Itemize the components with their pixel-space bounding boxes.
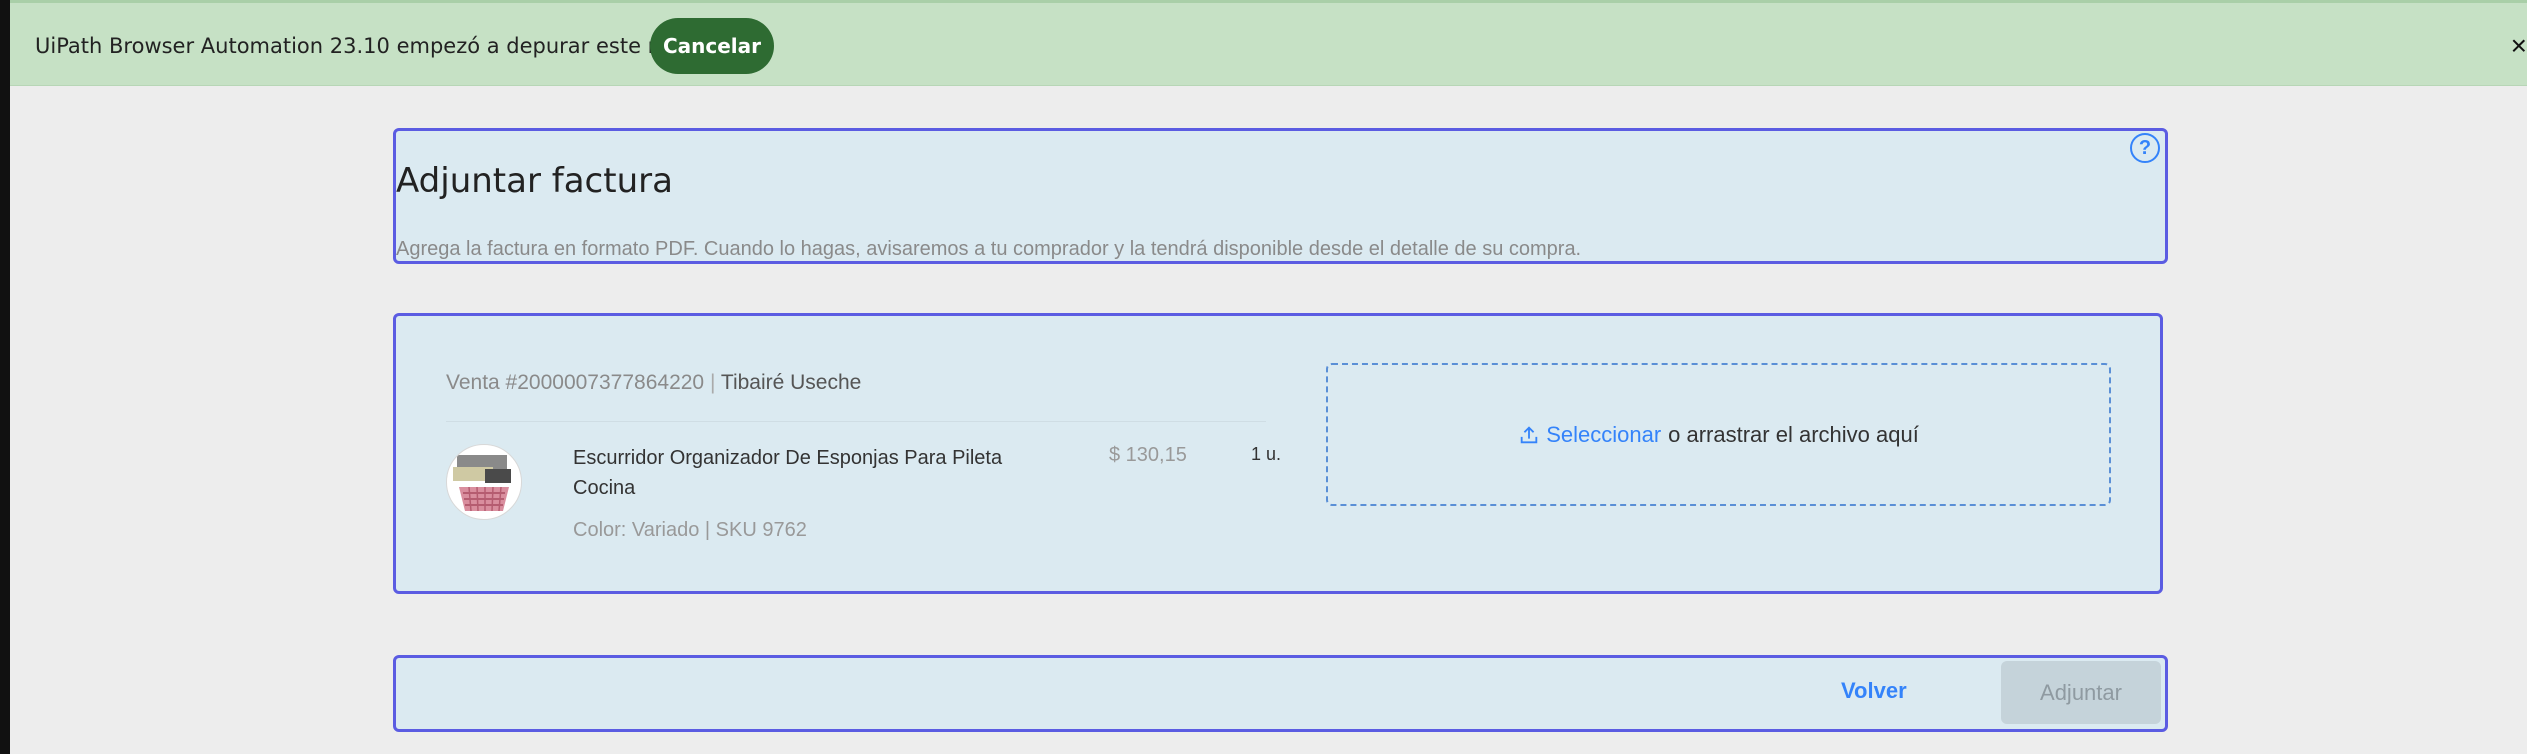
product-price: $ 130,15 <box>1109 444 1187 466</box>
page-title: Adjuntar factura <box>396 161 673 201</box>
help-icon[interactable]: ? <box>2130 133 2160 163</box>
upload-icon <box>1520 425 1538 443</box>
back-button[interactable]: Volver <box>1841 678 1907 704</box>
dropzone-hint: o arrastrar el archivo aquí <box>1668 421 1919 447</box>
attach-button[interactable]: Adjuntar <box>2001 661 2161 724</box>
page-description: Agrega la factura en formato PDF. Cuando… <box>396 238 1582 260</box>
sale-panel: Venta #2000007377864220 | Tibairé Useche… <box>393 313 2163 594</box>
debug-banner: UiPath Browser Automation 23.10 empezó a… <box>10 0 2527 86</box>
product-meta: Color: Variado | SKU 9762 <box>573 519 807 541</box>
sale-header: Venta #2000007377864220 | Tibairé Useche <box>446 371 861 395</box>
close-icon[interactable]: × <box>2511 30 2527 62</box>
file-dropzone[interactable]: Seleccionar o arrastrar el archivo aquí <box>1326 363 2111 506</box>
sale-number: Venta #2000007377864220 <box>446 371 705 394</box>
header-panel: Adjuntar factura Agrega la factura en fo… <box>393 128 2168 264</box>
actions-panel: Volver Adjuntar <box>393 655 2168 732</box>
product-title: Escurridor Organizador De Esponjas Para … <box>573 447 1003 499</box>
sale-separator: | <box>709 371 716 394</box>
product-thumbnail <box>446 444 522 520</box>
select-file-link[interactable]: Seleccionar <box>1546 422 1661 448</box>
window-edge <box>0 0 10 754</box>
product-quantity: 1 u. <box>1251 444 1282 464</box>
divider <box>446 421 1266 422</box>
buyer-name: Tibairé Useche <box>720 371 862 394</box>
cancel-button[interactable]: Cancelar <box>650 18 774 74</box>
